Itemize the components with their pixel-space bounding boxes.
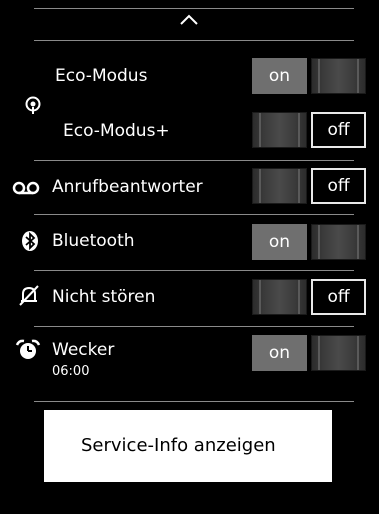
eco-mode-plus-label: Eco-Modus+ bbox=[63, 121, 170, 141]
eco-mode-label: Eco-Modus bbox=[55, 66, 148, 86]
toggle-knob[interactable] bbox=[252, 279, 307, 315]
alarm-clock-icon bbox=[15, 339, 41, 359]
chevron-up-icon[interactable] bbox=[178, 12, 200, 26]
service-info-button[interactable]: Service-Info anzeigen bbox=[44, 410, 332, 482]
toggle-off-label: off bbox=[311, 279, 366, 315]
voicemail-icon bbox=[12, 181, 40, 195]
row-divider bbox=[34, 401, 354, 402]
answering-machine-toggle[interactable]: off bbox=[252, 168, 366, 204]
row-divider bbox=[34, 326, 354, 327]
alarm-label: Wecker bbox=[52, 340, 115, 360]
bluetooth-icon bbox=[22, 231, 38, 251]
alarm-time: 06:00 bbox=[52, 364, 90, 379]
bluetooth-label: Bluetooth bbox=[52, 231, 135, 251]
toggle-knob[interactable] bbox=[252, 112, 307, 148]
toggle-off-label: off bbox=[311, 112, 366, 148]
eco-leaf-icon bbox=[25, 96, 41, 114]
toggle-on-label: on bbox=[252, 58, 307, 94]
eco-mode-toggle[interactable]: on bbox=[252, 58, 366, 94]
toggle-knob[interactable] bbox=[311, 335, 366, 371]
do-not-disturb-toggle[interactable]: off bbox=[252, 279, 366, 315]
do-not-disturb-label: Nicht stören bbox=[52, 287, 156, 307]
header-divider bbox=[34, 40, 354, 41]
row-divider bbox=[34, 160, 354, 161]
toggle-knob[interactable] bbox=[311, 58, 366, 94]
top-divider bbox=[34, 8, 354, 9]
eco-mode-plus-toggle[interactable]: off bbox=[252, 112, 366, 148]
toggle-on-label: on bbox=[252, 335, 307, 371]
alarm-toggle[interactable]: on bbox=[252, 335, 366, 371]
bluetooth-toggle[interactable]: on bbox=[252, 224, 366, 260]
toggle-on-label: on bbox=[252, 224, 307, 260]
row-divider bbox=[34, 214, 354, 215]
bell-off-icon bbox=[19, 285, 39, 306]
toggle-knob[interactable] bbox=[252, 168, 307, 204]
toggle-knob[interactable] bbox=[311, 224, 366, 260]
row-divider bbox=[34, 270, 354, 271]
answering-machine-label: Anrufbeantworter bbox=[52, 177, 203, 197]
toggle-off-label: off bbox=[311, 168, 366, 204]
